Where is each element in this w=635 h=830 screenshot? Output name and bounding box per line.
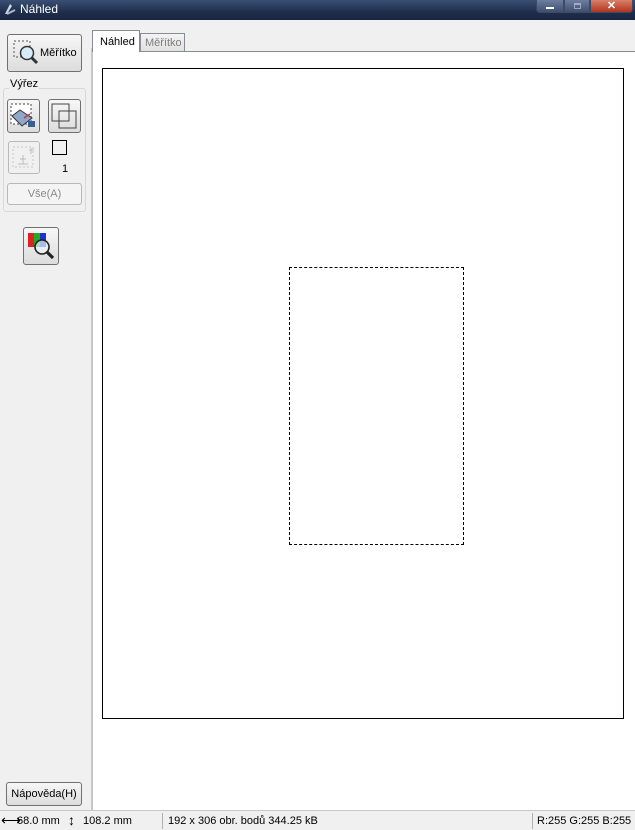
image-info: 192 x 306 obr. bodů 344.25 kB [168, 815, 318, 827]
title-bar: Náhled ✕ [0, 0, 635, 20]
select-all-label: Vše(A) [27, 188, 62, 200]
duplicate-marquee-icon [51, 103, 77, 129]
tab-scale[interactable]: Měřítko [140, 33, 185, 52]
duplicate-marquee-button[interactable] [48, 99, 81, 133]
close-icon: ✕ [606, 0, 617, 12]
help-button[interactable]: Nápověda(H) [6, 782, 82, 806]
height-value: 108.2 mm [83, 815, 132, 827]
color-palette-icon [28, 233, 55, 260]
scale-button[interactable]: Měřítko [7, 34, 82, 72]
magnifier-icon [13, 40, 39, 65]
marquee-count: 1 [62, 163, 69, 175]
delete-marquee-button[interactable] [8, 141, 40, 174]
tab-preview[interactable]: Náhled [92, 30, 140, 52]
selection-marquee[interactable] [289, 267, 464, 545]
window-controls: ✕ [536, 0, 633, 13]
select-all-button[interactable]: Vše(A) [7, 183, 82, 205]
maximize-button[interactable] [564, 0, 590, 13]
minimize-icon [546, 7, 554, 9]
marquee-group-label: Výřez [9, 78, 40, 90]
vertical-arrows-icon: ↕ [68, 812, 75, 828]
auto-locate-icon [10, 103, 35, 127]
maximize-icon [573, 3, 581, 9]
status-separator [532, 813, 533, 829]
help-button-label: Nápověda(H) [11, 788, 77, 800]
color-palette-button[interactable] [23, 227, 59, 265]
tab-preview-label: Náhled [100, 36, 135, 48]
scanner-icon [5, 4, 16, 15]
window-title: Náhled [20, 2, 59, 16]
close-button[interactable]: ✕ [590, 0, 633, 13]
width-value: 68.0 mm [17, 815, 60, 827]
minimize-button[interactable] [536, 0, 564, 13]
rgb-readout: R:255 G:255 B:255 [537, 815, 632, 827]
tab-scale-label: Měřítko [145, 37, 182, 49]
scale-button-label: Měřítko [40, 47, 77, 59]
status-bar: ⟷ 68.0 mm ↕ 108.2 mm 192 x 306 obr. bodů… [0, 810, 635, 830]
delete-marquee-icon [12, 146, 34, 168]
status-separator [162, 813, 163, 829]
auto-locate-button[interactable] [7, 99, 40, 133]
sidebar: Měřítko Výřez 1 Vše(A) Nápověda(H) [0, 20, 90, 810]
marquee-count-icon [52, 140, 67, 155]
